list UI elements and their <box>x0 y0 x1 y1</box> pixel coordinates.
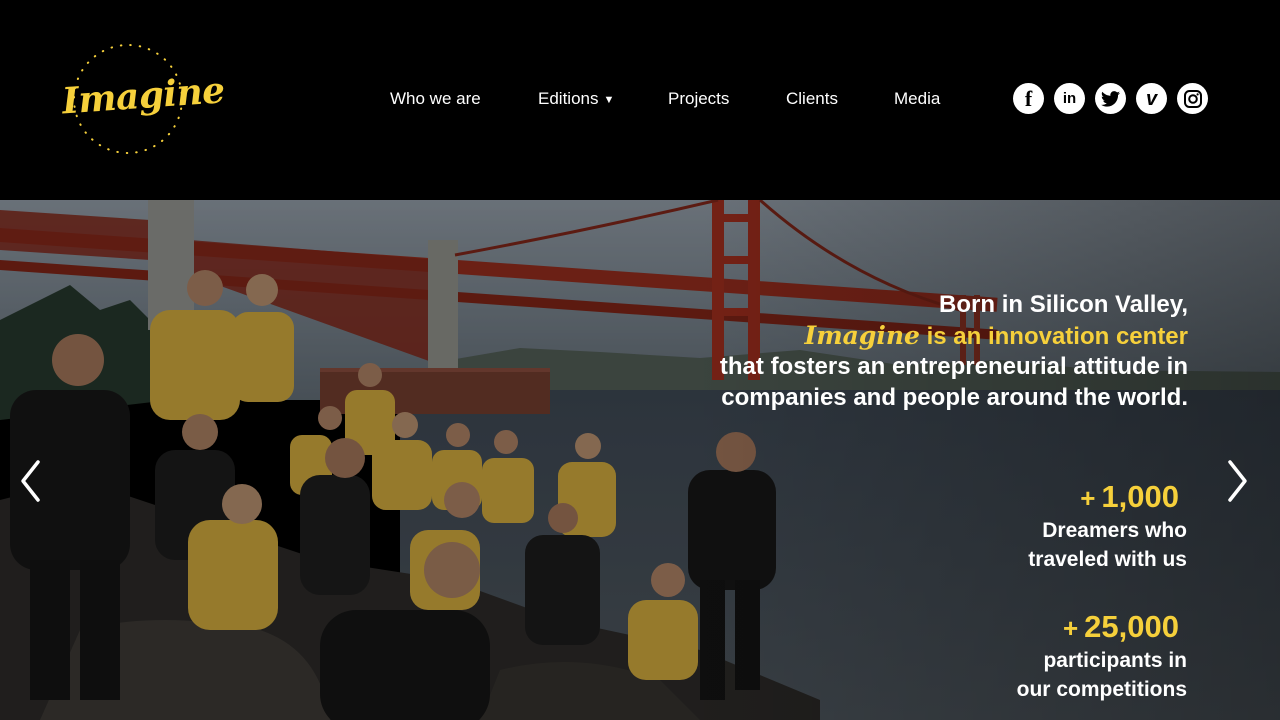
imagine-logo[interactable]: Imagine <box>52 40 226 158</box>
slider-next-button[interactable] <box>1222 458 1252 504</box>
twitter-bird <box>1101 90 1120 107</box>
stat-value: 1,000 <box>1101 479 1179 514</box>
vimeo-glyph: v <box>1145 87 1158 110</box>
stat-desc-line-1: Dreamers who <box>1042 519 1187 542</box>
hero-tagline: Born in Silicon Valley, Imagine is an in… <box>720 290 1188 413</box>
linkedin-glyph: in <box>1062 90 1077 107</box>
hero-slider: Born in Silicon Valley, Imagine is an in… <box>0 200 1280 720</box>
nav-item-label: Editions <box>538 89 599 108</box>
site-header: Imagine Who we are Editions ▼ Projects Cl… <box>0 0 1280 200</box>
tagline-brand: Imagine <box>804 320 920 350</box>
tagline-line-3: that fosters an entrepreneurial attitude… <box>719 353 1188 380</box>
instagram-camera <box>1183 89 1202 108</box>
stat-number: +25,000 <box>1017 608 1179 647</box>
stat-participants: +25,000 participants in our competitions <box>1017 608 1187 704</box>
stat-plus: + <box>1062 613 1079 643</box>
vimeo-icon[interactable]: v <box>1136 83 1167 114</box>
instagram-icon[interactable] <box>1177 83 1208 114</box>
stat-plus: + <box>1080 483 1096 513</box>
facebook-icon[interactable]: f <box>1013 83 1044 114</box>
tagline-line-4: companies and people around the world. <box>721 383 1188 411</box>
nav-item-label: Media <box>894 89 941 108</box>
chevron-right-icon <box>1228 460 1247 502</box>
stat-value: 25,000 <box>1084 609 1179 644</box>
nav-item-media[interactable]: Media <box>894 88 940 110</box>
nav-item-who-we-are[interactable]: Who we are <box>390 88 481 110</box>
twitter-icon[interactable] <box>1095 83 1126 114</box>
caret-down-icon: ▼ <box>603 94 615 106</box>
nav-item-label: Projects <box>668 89 730 108</box>
linkedin-icon[interactable]: in <box>1054 83 1085 114</box>
nav-item-label: Who we are <box>390 89 481 108</box>
nav-item-editions[interactable]: Editions ▼ <box>538 88 614 112</box>
stat-number: +1,000 <box>1028 478 1179 517</box>
chevron-left-icon <box>21 460 40 502</box>
slider-prev-button[interactable] <box>16 458 46 504</box>
nav-item-label: Clients <box>786 89 838 108</box>
nav-item-projects[interactable]: Projects <box>668 88 729 110</box>
tagline-line-2: Imagine is an innovation center <box>720 321 1188 353</box>
stat-desc-line-1: participants in <box>1043 649 1187 672</box>
tagline-line-1: Born in Silicon Valley, <box>939 291 1188 318</box>
stat-desc-line-2: traveled with us <box>1028 547 1187 571</box>
stat-desc-line-2: our competitions <box>1016 677 1187 701</box>
tagline-highlight: is an innovation center <box>919 322 1188 350</box>
stat-dreamers: +1,000 Dreamers who traveled with us <box>1028 478 1187 574</box>
facebook-glyph: f <box>1024 85 1033 111</box>
nav-item-clients[interactable]: Clients <box>786 88 838 110</box>
